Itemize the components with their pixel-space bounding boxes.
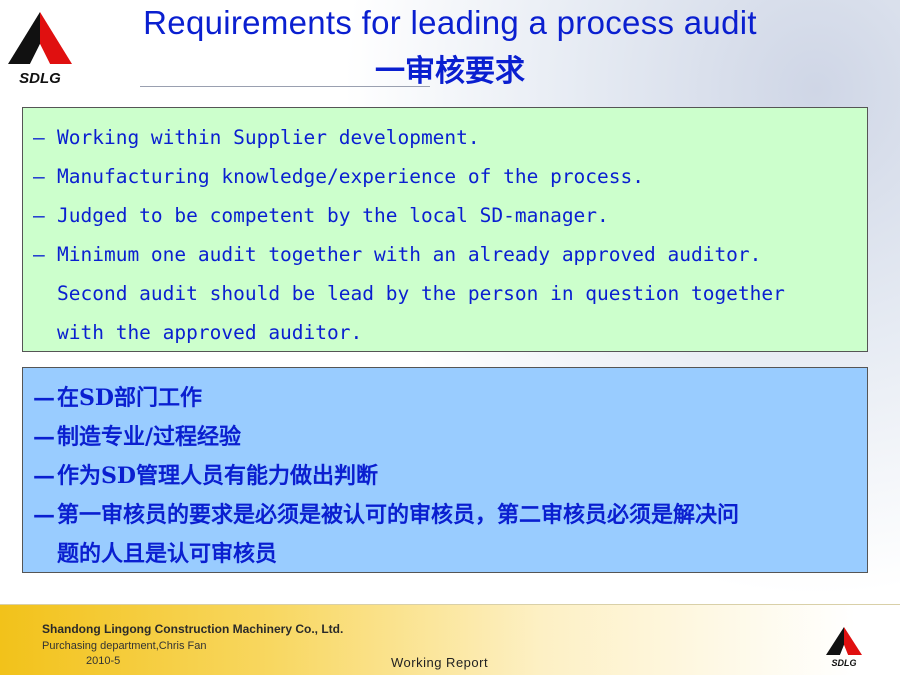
requirement-line: —在SD部门工作 [33,380,867,419]
dash-marker: — [33,165,45,188]
chinese-requirements-box: —在SD部门工作 —制造专业/过程经验 —作为SD管理人员有能力做出判断 —第一… [22,367,868,573]
dash-marker: — [33,126,45,149]
dash-marker: — [33,502,55,528]
requirement-line: — Manufacturing knowledge/experience of t… [33,159,867,198]
requirement-text: 题的人且是认可审核员 [57,541,278,567]
requirement-line: — Working within Supplier development. [33,120,867,159]
dash-marker: — [33,463,55,489]
page-title: Requirements for leading a process audit [143,4,757,41]
report-label: Working Report [391,655,489,670]
page-subtitle: 一审核要求 [375,54,525,89]
logo-text: SDLG [19,70,61,86]
company-name: Shandong Lingong Construction Machinery … [42,622,344,636]
department-label: Purchasing department,Chris Fan [42,640,207,652]
requirement-text: Working within Supplier development. [57,126,480,149]
requirement-text: Manufacturing knowledge/experience of th… [57,165,644,188]
english-requirements-box: — Working within Supplier development. — M… [22,107,868,352]
title-divider [140,86,430,87]
dash-marker: — [33,243,45,266]
requirement-text: Second audit should be lead by the perso… [57,282,785,305]
requirement-line: —作为SD管理人员有能力做出判断 [33,458,867,497]
requirement-line: — Judged to be competent by the local SD-… [33,198,867,237]
requirement-text: 第一审核员的要求是必须是被认可的审核员，第二审核员必须是解决问 [57,502,740,528]
requirement-text: 在SD部门工作 [57,385,202,411]
requirement-line: — Minimum one audit together with an alre… [33,237,867,276]
requirement-line: —第一审核员的要求是必须是被认可的审核员，第二审核员必须是解决问 [33,497,867,536]
requirement-line: Second audit should be lead by the perso… [33,276,867,315]
requirement-line: 题的人且是认可审核员 [33,536,867,575]
dash-marker: — [33,424,55,450]
requirement-line: —制造专业/过程经验 [33,419,867,458]
dash-marker: — [33,204,45,227]
requirement-line: with the approved auditor. [33,315,867,354]
requirement-text: Judged to be competent by the local SD-m… [57,204,609,227]
date-label: 2010-5 [86,655,121,667]
requirement-text: 作为SD管理人员有能力做出判断 [57,463,378,489]
requirement-text: Minimum one audit together with an alrea… [57,243,762,266]
footer-logo-text: SDLG [831,658,856,667]
requirement-text: 制造专业/过程经验 [57,424,242,450]
requirement-text: with the approved auditor. [57,321,363,344]
sdlg-logo: SDLG [6,10,74,86]
dash-marker: — [33,385,55,411]
footer-sdlg-logo: SDLG [826,627,862,667]
